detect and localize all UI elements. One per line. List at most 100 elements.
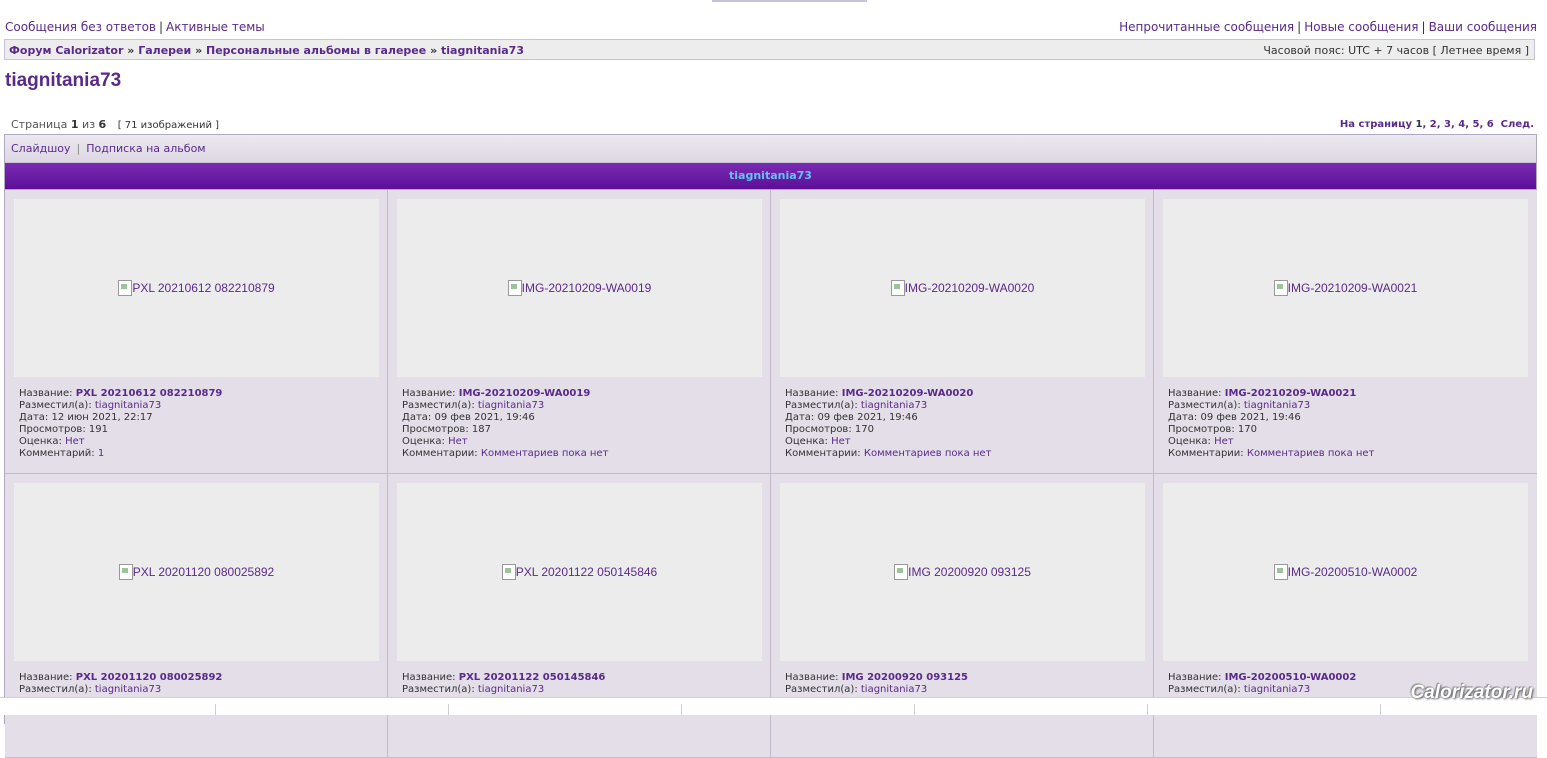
comments-link[interactable]: Комментариев пока нет	[1247, 448, 1375, 459]
name-label: Название:	[785, 672, 839, 683]
breadcrumb-separator: »	[127, 44, 135, 57]
page-link[interactable]: 5	[1472, 119, 1479, 130]
image-cell: IMG-20210209-WA0021 Название: IMG-202102…	[1154, 190, 1537, 474]
rating-link[interactable]: Нет	[65, 436, 85, 447]
divider	[681, 704, 682, 715]
comments-link[interactable]: Комментариев пока нет	[864, 448, 992, 459]
image-cell: IMG 20200920 093125 Название: IMG 202009…	[771, 474, 1154, 758]
image-alt-text: IMG-20200510-WA0002	[1287, 565, 1418, 579]
separator: |	[76, 142, 81, 155]
of-word: из	[82, 118, 96, 131]
image-views: 187	[471, 424, 491, 435]
image-title-link[interactable]: PXL 20201122 050145846	[459, 672, 606, 683]
your-posts-link[interactable]: Ваши сообщения	[1429, 20, 1537, 34]
album-header: tiagnitania73	[5, 163, 1536, 190]
page-link[interactable]: 2	[1430, 119, 1437, 130]
comments-link[interactable]: Комментариев пока нет	[481, 448, 609, 459]
image-meta: Название: PXL 20201120 080025892 Размест…	[19, 672, 222, 696]
image-meta: Название: IMG-20210209-WA0019 Разместил(…	[402, 388, 608, 460]
image-title-link[interactable]: IMG-20210209-WA0021	[1225, 388, 1357, 399]
subscribe-album-link[interactable]: Подписка на альбом	[86, 142, 205, 155]
broken-image-icon	[118, 564, 133, 580]
broken-image-icon	[890, 280, 905, 296]
total-pages: 6	[98, 118, 107, 131]
image-thumbnail[interactable]: IMG-20210209-WA0020	[780, 199, 1145, 377]
author-link[interactable]: tiagnitania73	[1244, 684, 1310, 695]
unanswered-posts-link[interactable]: Сообщения без ответов	[5, 20, 156, 34]
slideshow-link[interactable]: Слайдшоу	[11, 142, 71, 155]
rating-label: Оценка:	[402, 436, 445, 447]
image-alt-text: PXL 20201122 050145846	[515, 565, 658, 579]
author-link[interactable]: tiagnitania73	[478, 400, 544, 411]
broken-image-icon	[894, 564, 909, 580]
breadcrumb-forum[interactable]: Форум Calorizator	[9, 44, 123, 57]
posted-by-label: Разместил(а):	[1168, 400, 1241, 411]
page-link[interactable]: 4	[1458, 119, 1465, 130]
rating-link[interactable]: Нет	[1214, 436, 1234, 447]
posted-by-label: Разместил(а):	[785, 684, 858, 695]
broken-image-icon	[507, 280, 522, 296]
breadcrumb-separator: »	[430, 44, 438, 57]
image-meta: Название: PXL 20201122 050145846 Размест…	[402, 672, 605, 696]
image-title-link[interactable]: IMG-20210209-WA0020	[842, 388, 974, 399]
image-thumbnail[interactable]: PXL 20201120 080025892	[14, 483, 379, 661]
top-links: Сообщения без ответов | Активные темы Непр…	[5, 20, 1537, 36]
image-thumbnail[interactable]: IMG-20210209-WA0019	[397, 199, 762, 377]
posted-by-label: Разместил(а):	[19, 684, 92, 695]
image-title-link[interactable]: IMG-20200510-WA0002	[1225, 672, 1357, 683]
breadcrumb-album[interactable]: tiagnitania73	[441, 44, 524, 57]
current-page: 1	[70, 118, 79, 131]
breadcrumb-bar: Форум Calorizator » Галереи » Персональн…	[4, 39, 1535, 60]
image-thumbnail[interactable]: IMG-20210209-WA0021	[1163, 199, 1528, 377]
image-alt-text: IMG 20200920 093125	[908, 565, 1031, 579]
image-thumbnail[interactable]: PXL 20210612 082210879	[14, 199, 379, 377]
active-topics-link[interactable]: Активные темы	[166, 20, 265, 34]
separator: |	[159, 20, 164, 34]
page-title: tiagnitania73	[5, 70, 122, 91]
pagination-info: Страница 1 из 6 [ 71 изображений ]	[11, 118, 219, 131]
author-link[interactable]: tiagnitania73	[1244, 400, 1310, 411]
breadcrumb-personal-albums[interactable]: Персональные альбомы в галерее	[206, 44, 426, 57]
rating-label: Оценка:	[19, 436, 62, 447]
image-title-link[interactable]: PXL 20201120 080025892	[76, 672, 223, 683]
breadcrumb-galleries[interactable]: Галереи	[138, 44, 191, 57]
author-link[interactable]: tiagnitania73	[478, 684, 544, 695]
top-links-right: Непрочитанные сообщения | Новые сообщения |…	[1119, 20, 1537, 34]
image-grid: PXL 20210612 082210879 Название: PXL 202…	[5, 190, 1537, 758]
name-label: Название:	[1168, 672, 1222, 683]
image-date: 12 июн 2021, 22:17	[51, 412, 153, 423]
name-label: Название:	[19, 672, 73, 683]
page-link[interactable]: 3	[1444, 119, 1451, 130]
broken-image-icon	[501, 564, 516, 580]
image-meta: Название: IMG 20200920 093125 Разместил(…	[785, 672, 968, 696]
views-label: Просмотров:	[19, 424, 86, 435]
image-title-link[interactable]: IMG 20200920 093125	[842, 672, 968, 683]
posted-by-label: Разместил(а):	[1168, 684, 1241, 695]
image-thumbnail[interactable]: IMG-20200510-WA0002	[1163, 483, 1528, 661]
image-title-link[interactable]: PXL 20210612 082210879	[76, 388, 223, 399]
unread-posts-link[interactable]: Непрочитанные сообщения	[1119, 20, 1294, 34]
new-posts-link[interactable]: Новые сообщения	[1304, 20, 1418, 34]
views-label: Просмотров:	[785, 424, 852, 435]
date-label: Дата:	[19, 412, 49, 423]
views-label: Просмотров:	[1168, 424, 1235, 435]
name-label: Название:	[1168, 388, 1222, 399]
posted-by-label: Разместил(а):	[402, 400, 475, 411]
name-label: Название:	[785, 388, 839, 399]
image-title-link[interactable]: IMG-20210209-WA0019	[459, 388, 591, 399]
author-link[interactable]: tiagnitania73	[95, 400, 161, 411]
next-page-link[interactable]: След.	[1501, 119, 1534, 130]
name-label: Название:	[402, 388, 456, 399]
image-thumbnail[interactable]: PXL 20201122 050145846	[397, 483, 762, 661]
author-link[interactable]: tiagnitania73	[95, 684, 161, 695]
author-link[interactable]: tiagnitania73	[861, 684, 927, 695]
rating-link[interactable]: Нет	[831, 436, 851, 447]
rating-link[interactable]: Нет	[448, 436, 468, 447]
image-thumbnail[interactable]: IMG 20200920 093125	[780, 483, 1145, 661]
author-link[interactable]: tiagnitania73	[861, 400, 927, 411]
page-link[interactable]: 6	[1487, 119, 1494, 130]
image-views: 170	[854, 424, 874, 435]
goto-page-label[interactable]: На страницу	[1340, 119, 1412, 130]
divider	[215, 704, 216, 715]
comments-link[interactable]: 1	[98, 448, 104, 459]
